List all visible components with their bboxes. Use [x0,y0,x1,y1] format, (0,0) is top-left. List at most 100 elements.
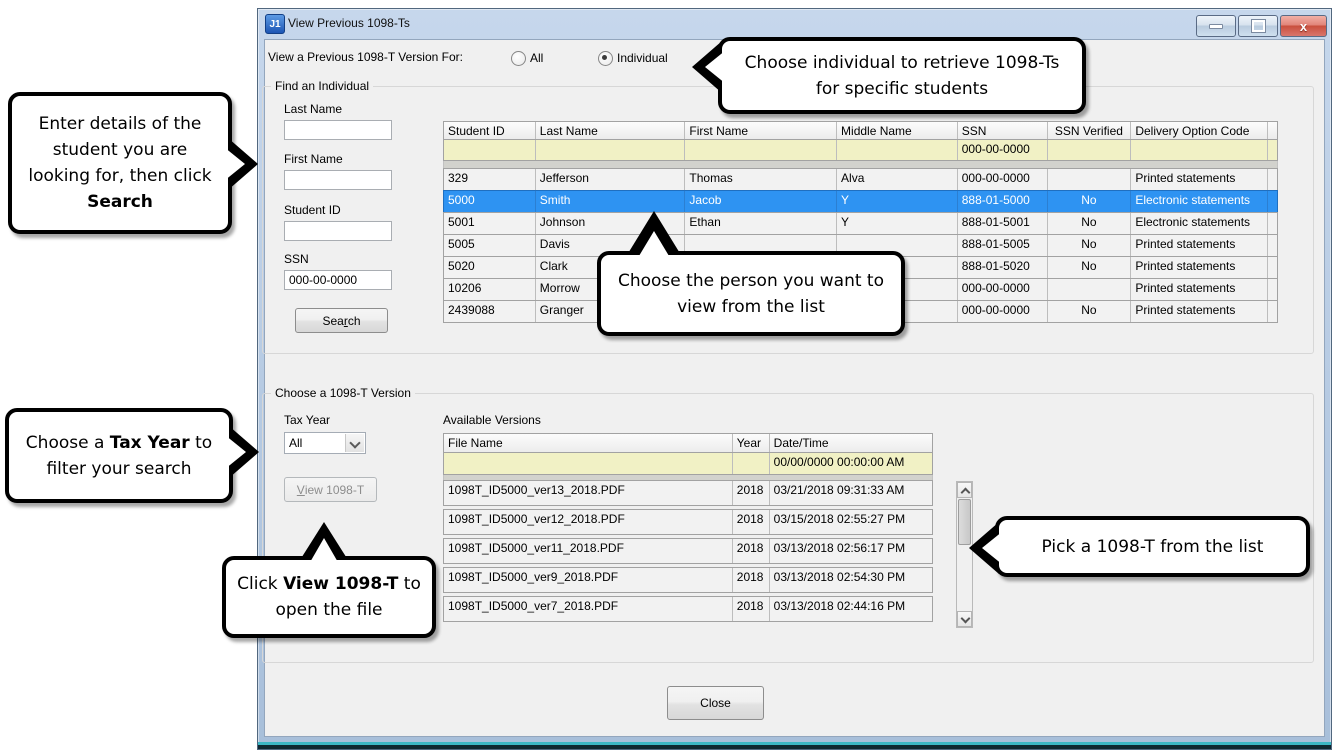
column-header[interactable]: First Name [685,122,837,139]
grid-cell[interactable]: Electronic statements [1131,191,1268,212]
filter-cell[interactable] [1268,140,1277,160]
grid-cell[interactable]: 2018 [733,597,770,621]
grid-cell[interactable]: Ethan [685,213,837,234]
filter-cell[interactable]: 000-00-0000 [958,140,1048,160]
grid-cell[interactable] [1268,235,1277,256]
title-bar[interactable]: J1 View Previous 1098-Ts x [258,9,1331,37]
first-name-input[interactable] [284,170,392,190]
filter-cell[interactable] [1048,140,1132,160]
grid-cell[interactable]: Printed statements [1131,257,1268,278]
table-row[interactable]: 1098T_ID5000_ver13_2018.PDF201803/21/201… [443,480,933,506]
grid-cell[interactable]: 000-00-0000 [958,301,1048,322]
column-header[interactable] [1268,122,1277,139]
grid-cell[interactable]: 888-01-5000 [958,191,1048,212]
grid-cell[interactable] [1048,169,1132,190]
grid-cell[interactable]: 2439088 [444,301,536,322]
grid-cell[interactable]: Y [837,191,958,212]
column-header[interactable]: Last Name [536,122,686,139]
grid-cell[interactable]: Printed statements [1131,235,1268,256]
grid-cell[interactable]: 2018 [733,510,770,534]
column-header[interactable]: Student ID [444,122,536,139]
grid-cell[interactable]: 03/13/2018 02:56:17 PM [770,539,932,563]
filter-cell[interactable]: 00/00/0000 00:00:00 AM [770,453,932,474]
radio-all[interactable] [511,51,526,66]
grid-cell[interactable]: Smith [536,191,686,212]
last-name-input[interactable] [284,120,392,140]
grid-cell[interactable]: 888-01-5001 [958,213,1048,234]
grid-cell[interactable]: Jacob [685,191,837,212]
grid-cell[interactable]: 000-00-0000 [958,279,1048,300]
grid-cell[interactable] [1268,257,1277,278]
scroll-down-button[interactable] [957,611,972,627]
column-header[interactable]: Middle Name [837,122,958,139]
grid-cell[interactable]: No [1048,257,1132,278]
column-header[interactable]: Date/Time [770,434,932,452]
grid-cell[interactable]: 888-01-5020 [958,257,1048,278]
radio-individual[interactable] [598,51,613,66]
grid-cell[interactable] [1268,169,1277,190]
filter-cell[interactable] [444,453,733,474]
grid-cell[interactable]: 329 [444,169,536,190]
grid-cell[interactable]: 1098T_ID5000_ver9_2018.PDF [444,568,733,592]
grid-cell[interactable]: No [1048,213,1132,234]
grid-cell[interactable]: 03/13/2018 02:44:16 PM [770,597,932,621]
grid-cell[interactable]: 03/15/2018 02:55:27 PM [770,510,932,534]
close-window-button[interactable]: x [1280,15,1327,37]
column-header[interactable]: File Name [444,434,733,452]
column-header[interactable]: SSN Verified [1048,122,1132,139]
grid-cell[interactable]: 10206 [444,279,536,300]
table-row[interactable]: 1098T_ID5000_ver12_2018.PDF201803/15/201… [443,509,933,535]
view-1098t-button[interactable]: View 1098-T [284,477,377,502]
table-row[interactable]: 1098T_ID5000_ver11_2018.PDF201803/13/201… [443,538,933,564]
grid-cell[interactable]: Electronic statements [1131,213,1268,234]
grid-cell[interactable]: Jefferson [536,169,686,190]
ssn-input[interactable] [284,270,392,290]
grid-cell[interactable]: 5001 [444,213,536,234]
table-row[interactable]: 329JeffersonThomasAlva000-00-0000 Printed… [443,168,1278,191]
minimize-button[interactable] [1196,15,1236,37]
filter-cell[interactable] [444,140,536,160]
tax-year-dropdown-button[interactable] [345,434,364,452]
grid-cell[interactable]: 03/21/2018 09:31:33 AM [770,481,932,505]
grid-cell[interactable]: 2018 [733,539,770,563]
grid-cell[interactable]: 1098T_ID5000_ver7_2018.PDF [444,597,733,621]
grid-cell[interactable]: 1098T_ID5000_ver11_2018.PDF [444,539,733,563]
scroll-up-button[interactable] [957,482,972,498]
grid-cell[interactable]: 03/13/2018 02:54:30 PM [770,568,932,592]
filter-cell[interactable] [1131,140,1268,160]
grid-cell[interactable]: 2018 [733,568,770,592]
student-id-input[interactable] [284,221,392,241]
grid-cell[interactable]: Printed statements [1131,301,1268,322]
grid-cell[interactable]: 5020 [444,257,536,278]
grid-cell[interactable]: 1098T_ID5000_ver13_2018.PDF [444,481,733,505]
grid-cell[interactable] [1268,191,1277,212]
grid-cell[interactable]: No [1048,235,1132,256]
grid-cell[interactable]: 888-01-5005 [958,235,1048,256]
grid-cell[interactable]: 1098T_ID5000_ver12_2018.PDF [444,510,733,534]
grid-cell[interactable]: 2018 [733,481,770,505]
tax-year-select[interactable]: All [284,432,366,454]
grid-cell[interactable]: 5000 [444,191,536,212]
column-header[interactable]: SSN [958,122,1048,139]
maximize-button[interactable] [1238,15,1278,37]
column-header[interactable]: Year [733,434,770,452]
grid-cell[interactable]: No [1048,191,1132,212]
filter-cell[interactable] [837,140,958,160]
filter-cell[interactable] [536,140,686,160]
grid-cell[interactable]: Printed statements [1131,169,1268,190]
filter-cell[interactable] [685,140,837,160]
grid-cell[interactable]: Thomas [685,169,837,190]
search-button[interactable]: Search [295,308,388,333]
column-header[interactable]: Delivery Option Code [1131,122,1268,139]
filter-cell[interactable] [733,453,770,474]
grid-cell[interactable]: Printed statements [1131,279,1268,300]
grid-cell[interactable]: Y [837,213,958,234]
table-row[interactable]: 1098T_ID5000_ver7_2018.PDF201803/13/2018… [443,596,933,622]
grid-cell[interactable] [1268,213,1277,234]
grid-cell[interactable]: No [1048,301,1132,322]
grid-cell[interactable]: 000-00-0000 [958,169,1048,190]
table-row[interactable]: 1098T_ID5000_ver9_2018.PDF201803/13/2018… [443,567,933,593]
grid-cell[interactable] [1268,301,1277,322]
grid-cell[interactable] [1048,279,1132,300]
grid-cell[interactable]: Alva [837,169,958,190]
